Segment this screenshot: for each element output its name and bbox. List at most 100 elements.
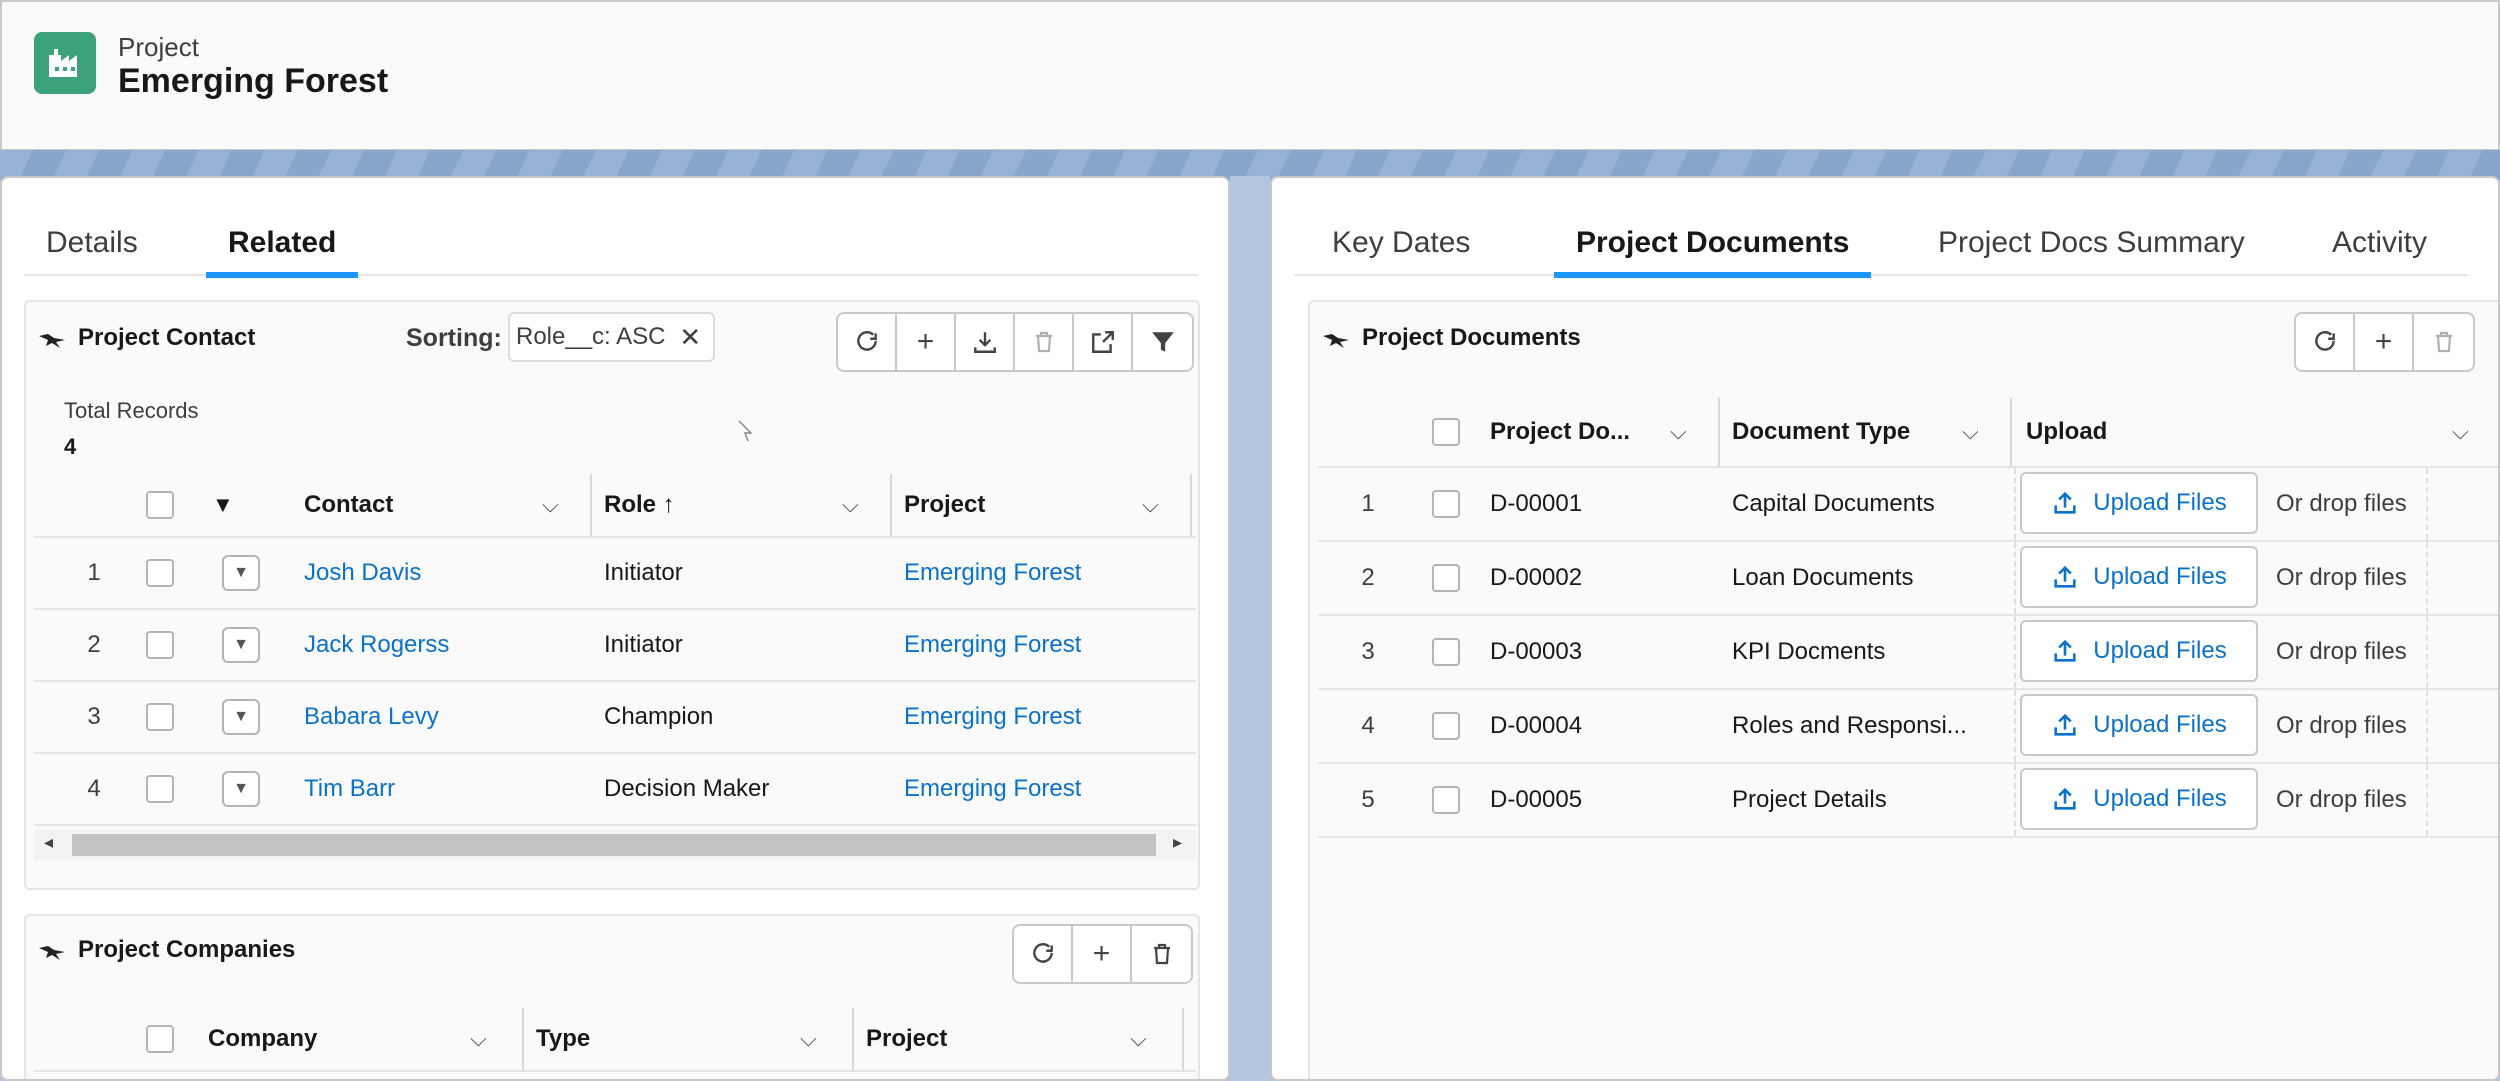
open-external-button[interactable] xyxy=(1074,314,1133,370)
upload-files-button[interactable]: Upload Files xyxy=(2020,694,2258,756)
row-checkbox[interactable] xyxy=(1432,712,1460,740)
refresh-button[interactable] xyxy=(1014,926,1073,982)
crow-icon xyxy=(1323,334,1349,348)
upload-files-button[interactable]: Upload Files xyxy=(2020,768,2258,830)
chevron-down-icon[interactable]: ⌵ xyxy=(1670,398,1687,466)
download-button[interactable] xyxy=(956,314,1015,370)
add-button[interactable]: + xyxy=(1073,926,1132,982)
row-menu-button[interactable]: ▼ xyxy=(222,627,260,663)
project-link[interactable]: Emerging Forest xyxy=(904,682,1081,752)
column-header-contact[interactable]: Contact xyxy=(304,474,393,536)
row-checkbox[interactable] xyxy=(146,559,174,587)
table-row: 5 D-00005 Project Details Upload Files O… xyxy=(1318,764,2498,838)
scroll-left-icon[interactable]: ◂ xyxy=(44,832,53,853)
row-checkbox[interactable] xyxy=(1432,490,1460,518)
documents-action-buttons: + xyxy=(2294,312,2475,372)
tab-project-docs-summary[interactable]: Project Docs Summary xyxy=(1938,226,2245,276)
delete-button[interactable] xyxy=(2414,314,2473,370)
contact-link[interactable]: Jack Rogerss xyxy=(304,610,449,680)
select-all-checkbox[interactable] xyxy=(1432,418,1460,446)
sorting-pill[interactable]: Role__c: ASC ✕ xyxy=(508,312,716,362)
tab-key-dates[interactable]: Key Dates xyxy=(1332,226,1470,276)
refresh-button[interactable] xyxy=(2296,314,2355,370)
row-number: 3 xyxy=(87,703,101,730)
contact-link[interactable]: Babara Levy xyxy=(304,682,439,752)
upload-files-button[interactable]: Upload Files xyxy=(2020,472,2258,534)
upload-icon xyxy=(2054,713,2076,736)
row-menu-button[interactable]: ▼ xyxy=(222,771,260,807)
column-header-project[interactable]: Project xyxy=(866,1008,947,1070)
upload-icon xyxy=(2054,787,2076,810)
row-number: 4 xyxy=(1361,712,1375,739)
row-checkbox[interactable] xyxy=(1432,638,1460,666)
column-header-role[interactable]: Role ↑ xyxy=(604,474,675,536)
project-link[interactable]: Emerging Forest xyxy=(904,754,1081,824)
factory-icon xyxy=(34,32,96,94)
crow-icon xyxy=(39,946,65,960)
project-link[interactable]: Emerging Forest xyxy=(904,538,1081,608)
close-icon[interactable]: ✕ xyxy=(679,322,701,353)
chevron-down-icon[interactable]: ⌵ xyxy=(842,474,859,536)
row-menu-button[interactable]: ▼ xyxy=(222,699,260,735)
chevron-down-icon[interactable]: ⌵ xyxy=(470,1008,487,1070)
project-documents-title: Project Documents xyxy=(1362,324,1581,351)
select-all-checkbox[interactable] xyxy=(146,491,174,519)
column-header-project[interactable]: Project xyxy=(904,474,985,536)
upload-files-label: Upload Files xyxy=(2093,637,2227,664)
table-header-row: Project Do... ⌵ Document Type ⌵ Upload ⌵ xyxy=(1318,398,2498,468)
tab-related[interactable]: Related xyxy=(205,226,359,278)
tab-activity[interactable]: Activity xyxy=(2332,226,2427,276)
row-checkbox[interactable] xyxy=(1432,786,1460,814)
chevron-down-icon[interactable]: ⌵ xyxy=(1142,474,1159,536)
column-header-project-doc[interactable]: Project Do... xyxy=(1490,398,1630,466)
column-header-document-type[interactable]: Document Type xyxy=(1732,398,1910,466)
chevron-down-icon[interactable]: ⌵ xyxy=(1962,398,1979,466)
select-all-checkbox[interactable] xyxy=(146,1025,174,1053)
delete-button[interactable] xyxy=(1015,314,1074,370)
table-row: 3 ▼ Babara Levy Champion Emerging Forest xyxy=(34,682,1196,754)
delete-button[interactable] xyxy=(1132,926,1191,982)
add-button[interactable]: + xyxy=(2355,314,2414,370)
chevron-down-icon[interactable]: ⌵ xyxy=(1130,1008,1147,1070)
tab-project-documents[interactable]: Project Documents xyxy=(1553,226,1872,278)
column-header-type[interactable]: Type xyxy=(536,1008,590,1070)
upload-icon xyxy=(2054,639,2076,662)
page-title: Emerging Forest xyxy=(118,62,389,100)
tab-details[interactable]: Details xyxy=(46,226,138,276)
column-header-company[interactable]: Company xyxy=(208,1008,317,1070)
contact-link[interactable]: Tim Barr xyxy=(304,754,395,824)
row-checkbox[interactable] xyxy=(146,631,174,659)
row-number: 3 xyxy=(1361,638,1375,665)
contact-link[interactable]: Josh Davis xyxy=(304,538,421,608)
row-checkbox[interactable] xyxy=(146,775,174,803)
filter-icon xyxy=(1151,332,1174,352)
table-row: 1 ▼ Josh Davis Initiator Emerging Forest xyxy=(34,538,1196,610)
chevron-down-icon[interactable]: ⌵ xyxy=(2452,398,2469,466)
upload-files-button[interactable]: Upload Files xyxy=(2020,546,2258,608)
project-link[interactable]: Emerging Forest xyxy=(904,610,1081,680)
row-checkbox[interactable] xyxy=(1432,564,1460,592)
horizontal-scrollbar[interactable]: ◂ ▸ xyxy=(34,830,1196,860)
scrollbar-thumb[interactable] xyxy=(72,834,1156,856)
filter-button[interactable] xyxy=(1133,314,1192,370)
row-menu-button[interactable]: ▼ xyxy=(222,555,260,591)
refresh-button[interactable] xyxy=(838,314,897,370)
table-row: 2 D-00002 Loan Documents Upload Files Or… xyxy=(1318,542,2498,616)
upload-icon xyxy=(2054,565,2076,588)
row-checkbox[interactable] xyxy=(146,703,174,731)
role-cell: Champion xyxy=(604,703,714,730)
refresh-icon xyxy=(1032,943,1053,963)
chevron-down-icon[interactable]: ⌵ xyxy=(800,1008,817,1070)
column-header-upload[interactable]: Upload xyxy=(2026,398,2107,466)
column-gap xyxy=(1230,176,1270,1081)
chevron-down-icon[interactable]: ⌵ xyxy=(542,474,559,536)
sort-indicator-icon[interactable]: ▼ xyxy=(212,474,234,536)
add-button[interactable]: + xyxy=(897,314,956,370)
crow-icon xyxy=(39,334,65,348)
add-icon: + xyxy=(2374,325,2393,358)
download-icon xyxy=(973,332,996,353)
table-row: 4 D-00004 Roles and Responsi... Upload F… xyxy=(1318,690,2498,764)
upload-files-button[interactable]: Upload Files xyxy=(2020,620,2258,682)
role-cell: Initiator xyxy=(604,559,683,586)
scroll-right-icon[interactable]: ▸ xyxy=(1173,832,1182,853)
